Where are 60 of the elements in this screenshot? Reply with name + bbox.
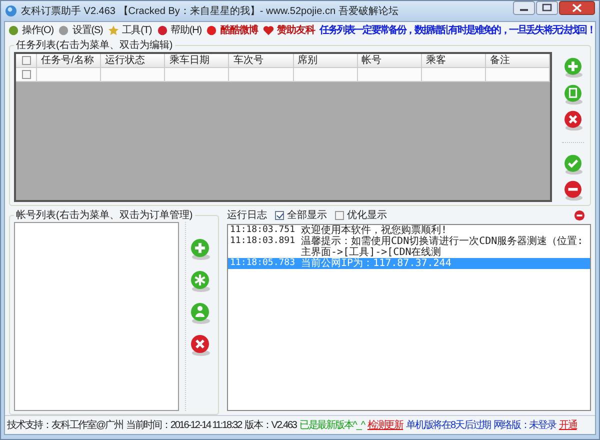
remove-button[interactable] [562, 179, 584, 202]
status-text: 版本：V2.463 [244, 418, 296, 432]
status-link[interactable]: 开通 [558, 418, 577, 432]
group-title: 任务列表(右击为菜单、双击为编辑) [15, 38, 174, 52]
asterisk-button[interactable] [189, 268, 211, 292]
checkbox[interactable] [22, 70, 30, 79]
status-text: 技术支持：友科工作室@广州 [7, 418, 123, 432]
menu-icon [206, 24, 218, 36]
log-time: 11:18:05.783 [230, 258, 296, 269]
menu-icon [156, 24, 168, 36]
column-header[interactable]: 乘客 [422, 54, 486, 67]
remove-button[interactable] [574, 210, 585, 220]
log-time: 11:18:03.751 [230, 225, 296, 236]
log-message: 温馨提示：如需使用CDN切换请进行一次CDN服务器测速（位置:主界面->[工具]->[CDN在线测 [301, 236, 584, 258]
app-icon [5, 5, 17, 17]
add-button[interactable] [562, 56, 584, 79]
minimize-button[interactable] [513, 1, 535, 15]
account-list[interactable] [14, 222, 179, 411]
column-header[interactable]: 运行状态 [101, 54, 166, 67]
menu-item[interactable]: 帮助(H) [156, 23, 202, 37]
window-title: 友科订票助手 V2.463 【Cracked By：来自星星的我】- www.52pojie.cn 吾爱破解论坛 [21, 4, 400, 18]
menu-item[interactable]: 操作(O) [8, 23, 54, 37]
log-time: 11:18:03.891 [230, 236, 296, 248]
menu-item[interactable]: 酷酷微博 [206, 23, 258, 37]
status-text: 已是最新版本^_^ [299, 418, 364, 432]
menu-icon [58, 24, 70, 36]
menu-icon [8, 24, 19, 36]
delete-button[interactable] [189, 332, 211, 356]
checkbox[interactable] [335, 210, 344, 220]
log-title: 运行日志 [227, 208, 267, 222]
user-button[interactable] [189, 300, 211, 324]
add-button[interactable] [189, 236, 211, 260]
column-header[interactable]: 乘车日期 [165, 54, 230, 67]
menu-item[interactable]: 赞助友科 [263, 23, 315, 37]
column-header[interactable]: 车次号 [229, 54, 294, 67]
checkbox[interactable] [22, 56, 30, 65]
column-header[interactable]: 任务号/名称 [37, 54, 102, 67]
menu-icon [108, 24, 119, 36]
checkbox[interactable] [275, 210, 284, 220]
column-header[interactable]: 帐号 [358, 54, 422, 67]
delete-button[interactable] [562, 109, 584, 132]
status-link[interactable]: 检测更新 [367, 418, 404, 432]
status-text: 当前时间：2016-12-14 11:18:32 [126, 418, 242, 432]
menu-item[interactable]: 设置(S) [58, 23, 103, 37]
column-header[interactable]: 席别 [294, 54, 358, 67]
column-header[interactable]: 备注 [486, 54, 550, 67]
status-text: 单机版将在8天后过期 [406, 418, 491, 432]
log-message: 当前公网IP为：117.87.37.244 [301, 258, 452, 269]
notice-text: 任务列表一定要常备份，数据错乱有时是难免的，一旦丢失将无法找回！ [320, 23, 595, 37]
ok-button[interactable] [562, 152, 584, 176]
checkbox-label[interactable]: 优化显示 [347, 208, 387, 222]
menu-item[interactable]: 工具(T) [108, 23, 152, 37]
status-text: 网络版：未登录 [494, 418, 556, 432]
group-title: 帐号列表(右击为菜单、双击为订单管理) [15, 208, 194, 222]
menu-icon [263, 24, 274, 36]
maximize-button[interactable] [536, 1, 558, 15]
checkbox-label[interactable]: 全部显示 [287, 208, 327, 222]
log-message: 欢迎使用本软件，祝您购票顺利! [301, 225, 448, 236]
close-button[interactable] [559, 1, 595, 15]
copy-button[interactable] [562, 82, 584, 106]
